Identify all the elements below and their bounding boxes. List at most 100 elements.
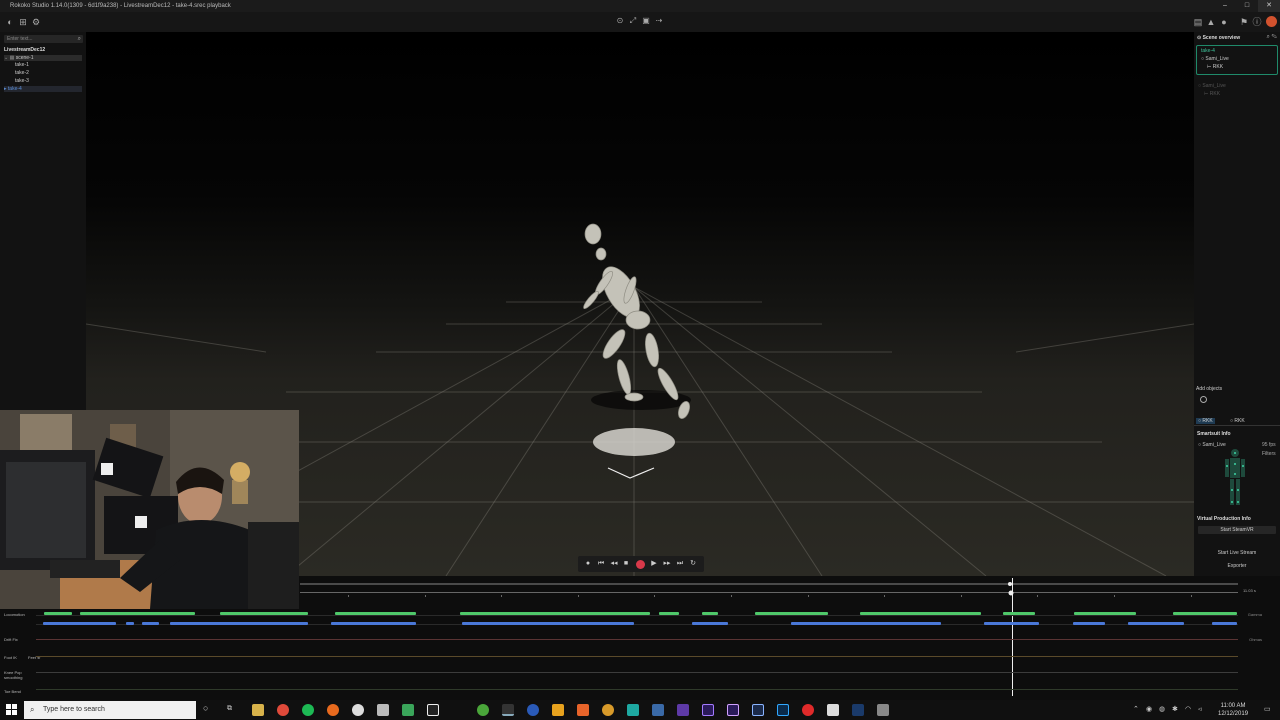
fit-view-icon[interactable]: ⤢ [627,16,639,26]
unreal-icon[interactable] [427,704,439,716]
minimize-button[interactable]: – [1214,0,1236,12]
take-row-active[interactable]: ▸ take-4 [4,86,82,92]
tab-rkk-1[interactable]: ○ RKK [1196,418,1215,424]
locomotion-segment[interactable] [44,612,72,615]
step-forward-icon[interactable]: ▸▸ [662,558,672,570]
take-row[interactable]: take-1 [15,62,29,68]
locomotion-segment[interactable] [220,612,308,615]
search-icon[interactable]: ⌕ [78,35,81,43]
take-row[interactable]: take-3 [15,78,29,84]
notification-icon[interactable]: ⚑ [1238,16,1250,28]
after-effects-icon[interactable] [727,704,739,716]
locomotion-sub-segment[interactable] [126,622,134,625]
stop-icon[interactable]: ■ [621,558,631,570]
loop-marker-icon[interactable]: ● [583,558,593,570]
locomotion-segment[interactable] [1003,612,1035,615]
actor-item[interactable]: ○ Sami_Live [1201,56,1229,62]
locomotion-sub-segment[interactable] [1128,622,1184,625]
network-icon[interactable]: ◍ [1159,705,1165,713]
timeline-ruler[interactable] [300,578,1266,598]
premiere-pro-icon[interactable] [702,704,714,716]
locomotion-sub-segment[interactable] [692,622,728,625]
cortana-icon[interactable]: ○ [203,703,208,713]
suit-item[interactable]: ⊢ RKK [1207,64,1223,70]
chrome-icon[interactable] [277,704,289,716]
skip-forward-icon[interactable]: ⏭ [675,558,685,570]
knee-pop-line[interactable] [36,672,1238,673]
volume-icon[interactable]: ◃ [1198,705,1202,713]
hierarchy-icon[interactable]: ⊞ [17,16,29,28]
taskbar-clock[interactable]: 11:00 AM 12/12/2019 [1218,702,1248,718]
game-icon[interactable] [602,704,614,716]
shield-icon[interactable] [402,704,414,716]
dev-app-icon[interactable] [852,704,864,716]
origin-icon[interactable] [327,704,339,716]
search-icon[interactable]: ⌕ [1266,34,1269,40]
warning-icon[interactable]: ▲ [1205,16,1217,28]
skip-back-icon[interactable]: ⏮ [596,558,606,570]
record-button[interactable] [636,559,645,569]
take-item[interactable]: take-4 [1201,48,1215,54]
locomotion-segment[interactable] [860,612,981,615]
take-row[interactable]: take-2 [15,70,29,76]
maya-icon[interactable] [552,704,564,716]
follow-icon[interactable]: ⇢ [653,16,665,25]
browser-icon[interactable] [527,704,539,716]
add-object-button[interactable] [1200,396,1207,403]
locomotion-sub-segment[interactable] [791,622,941,625]
locomotion-sub-segment[interactable] [43,622,116,625]
toe-bend-line[interactable] [36,689,1238,690]
dim-actor-item[interactable]: ○ Sami_Live [1198,83,1226,89]
start-steamvr-button[interactable]: Start SteamVR [1198,526,1276,534]
avatar[interactable] [1266,16,1277,27]
tab-rkk-2[interactable]: ○ RKK [1230,418,1245,424]
playhead[interactable] [1011,578,1013,696]
locomotion-segment[interactable] [460,612,650,615]
exporter-button[interactable]: Exporter [1198,563,1276,569]
loop-icon[interactable]: ↻ [688,558,698,570]
project-search-input[interactable]: Enter text... ⌕ [4,35,83,43]
play-icon[interactable]: ▶ [649,558,659,570]
drift-fix-line[interactable] [36,639,1238,640]
bluetooth-icon[interactable]: ✱ [1172,705,1178,713]
camera-reset-icon[interactable]: ⊙ [614,16,626,25]
task-view-icon[interactable]: ⧉ [227,705,232,713]
spotify-icon[interactable] [302,704,314,716]
locomotion-segment[interactable] [1074,612,1136,615]
app-icon[interactable] [377,704,389,716]
locomotion-segment[interactable] [702,612,718,615]
info-icon[interactable]: ⓘ [1251,16,1263,28]
locomotion-segment[interactable] [1173,612,1237,615]
layout-icon[interactable]: ▤ [1192,16,1204,28]
camera-icon[interactable]: ▣ [640,16,652,25]
snipping-icon[interactable] [877,704,889,716]
locomotion-sub-segment[interactable] [1073,622,1105,625]
locomotion-segment[interactable] [335,612,416,615]
locomotion-segment[interactable] [755,612,828,615]
start-live-stream-button[interactable]: Start Live Stream [1198,550,1276,556]
locomotion-sub-segment[interactable] [462,622,634,625]
locomotion-sub-segment[interactable] [1212,622,1237,625]
foot-ik-line[interactable] [36,656,1238,657]
filters-label[interactable]: Filters [1262,451,1276,457]
scene-row[interactable]: ⌄ ▦ scene-1 [4,55,82,61]
premiere-icon[interactable] [677,704,689,716]
davinci-icon[interactable] [652,704,664,716]
gear-icon[interactable]: ⚙ [30,16,42,28]
cloud-icon[interactable]: ● [1218,16,1230,28]
settings-icon[interactable] [352,704,364,716]
wifi-icon[interactable]: ◠ [1185,705,1191,713]
motionbuilder-icon[interactable] [627,704,639,716]
step-back-icon[interactable]: ◂◂ [609,558,619,570]
tray-app-icon[interactable]: ◉ [1146,705,1152,713]
taskbar-search-input[interactable]: ⌕ Type here to search [24,701,196,719]
edit-icon[interactable]: ✎ [1272,34,1277,40]
locomotion-sub-segment[interactable] [142,622,159,625]
close-button[interactable]: ✕ [1258,0,1280,12]
active-take-box[interactable]: take-4 ○ Sami_Live ⊢ RKK [1196,45,1278,75]
record-app-icon[interactable] [802,704,814,716]
maximize-button[interactable]: □ [1236,0,1258,12]
windows-start-icon[interactable] [6,704,18,716]
locomotion-segment[interactable] [80,612,195,615]
notepad-icon[interactable] [827,704,839,716]
